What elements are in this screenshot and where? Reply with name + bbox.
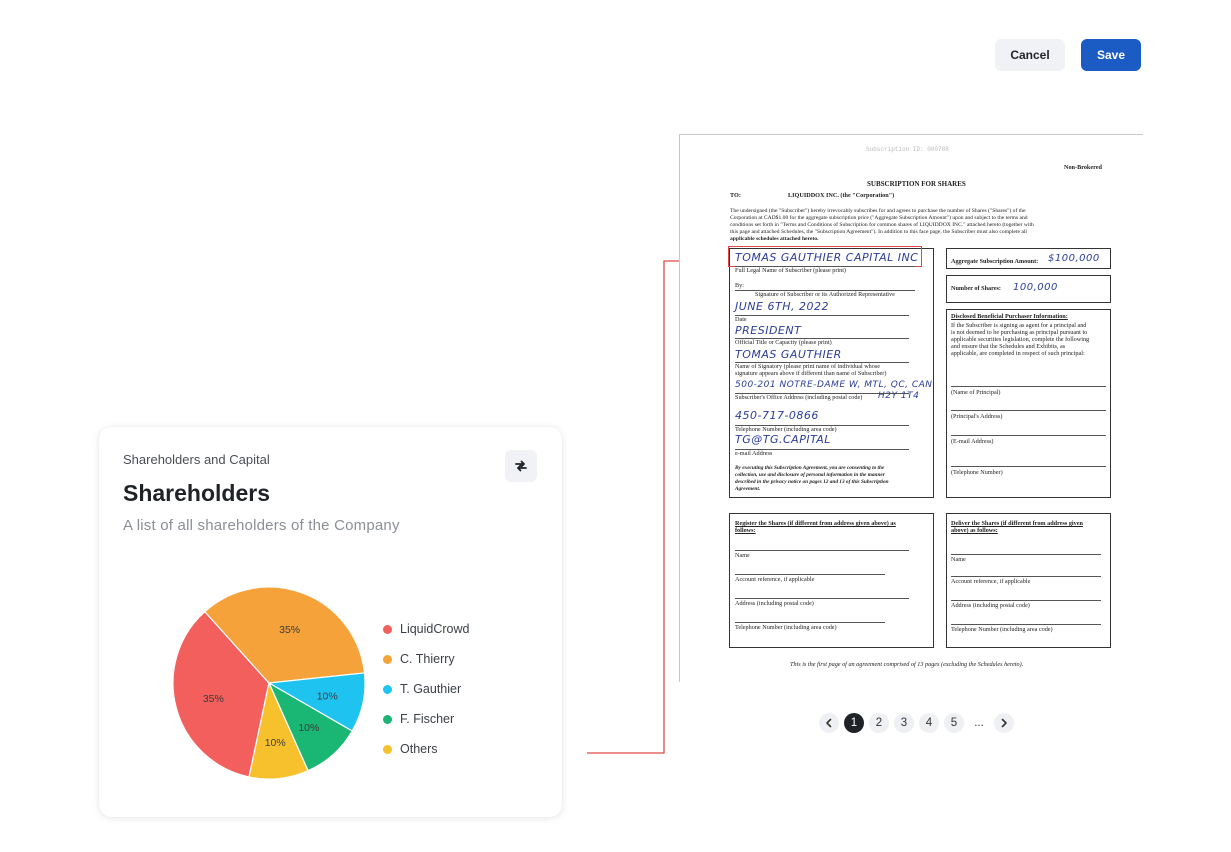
- legend-item: T. Gauthier: [383, 674, 469, 704]
- legend-label: Others: [400, 742, 438, 756]
- principal-address: (Principal's Address): [951, 413, 1003, 420]
- page-button-5[interactable]: 5: [944, 713, 964, 733]
- deliver-account: Account reference, if applicable: [951, 578, 1031, 585]
- address-handwriting: 500-201 NOTRE-DAME W, MTL, QC, CAN: [735, 380, 933, 390]
- phone-handwriting: 450-717-0866: [735, 409, 819, 422]
- amount-label: Aggregate Subscription Amount:: [951, 258, 1039, 265]
- register-name: Name: [735, 552, 750, 559]
- title-label: Official Title or Capacity (please print…: [735, 339, 832, 346]
- legend-item: LiquidCrowd: [383, 614, 469, 644]
- register-address: Address (including postal code): [735, 600, 814, 607]
- save-button[interactable]: Save: [1081, 39, 1141, 71]
- legend-item: C. Thierry: [383, 644, 469, 674]
- postal-handwriting: H2Y 1T4: [878, 391, 920, 401]
- chevron-left-icon: [826, 718, 832, 728]
- document-page: Subscription ID: 000788 Non-Brokered SUB…: [679, 134, 1143, 682]
- card-subtitle: A list of all shareholders of the Compan…: [123, 517, 400, 534]
- email-handwriting: TG@TG.CAPITAL: [735, 433, 831, 446]
- principal-phone: (Telephone Number): [951, 469, 1003, 476]
- date-label: Date: [735, 316, 747, 323]
- page-button-2[interactable]: 2: [869, 713, 889, 733]
- deliver-title-2: above) as follows:: [951, 527, 998, 534]
- signatory-handwriting: TOMAS GAUTHIER: [735, 348, 842, 361]
- by-label: By:: [735, 282, 744, 289]
- title-handwriting: PRESIDENT: [735, 324, 802, 337]
- highlight-box: [728, 246, 922, 267]
- shares-handwriting: 100,000: [1013, 282, 1058, 293]
- shareholders-card: Shareholders and Capital Shareholders A …: [99, 427, 562, 817]
- legend-label: C. Thierry: [400, 652, 455, 666]
- doc-tag: Non-Brokered: [1064, 164, 1102, 171]
- doc-intro-5: applicable schedules attached hereto.: [730, 236, 819, 242]
- register-title-1: Register the Shares (if different from a…: [735, 520, 896, 527]
- card-eyebrow: Shareholders and Capital: [123, 452, 270, 467]
- full-name-label: Full Legal Name of Subscriber (please pr…: [735, 267, 846, 274]
- principal-email: (E-mail Address): [951, 438, 994, 445]
- signature-label: Signature of Subscriber or its Authorize…: [755, 291, 895, 298]
- legend-dot-icon: [383, 624, 392, 634]
- deliver-phone: Telephone Number (including area code): [951, 626, 1053, 633]
- legend-dot-icon: [383, 744, 392, 754]
- register-phone: Telephone Number (including area code): [735, 624, 837, 631]
- page-button-4[interactable]: 4: [919, 713, 939, 733]
- chart-legend: LiquidCrowd C. Thierry T. Gauthier F. Fisch…: [383, 614, 469, 764]
- legend-label: LiquidCrowd: [400, 622, 470, 636]
- pagination: 1 2 3 4 5 ...: [819, 713, 1014, 733]
- legend-item: Others: [383, 734, 469, 764]
- next-page-button[interactable]: [994, 713, 1014, 733]
- refresh-button[interactable]: [505, 450, 537, 482]
- page-button-3[interactable]: 3: [894, 713, 914, 733]
- amount-handwriting: $100,000: [1048, 253, 1100, 264]
- shares-label: Number of Shares:: [951, 285, 1001, 292]
- email-label: e-mail Address: [735, 450, 773, 457]
- legend-dot-icon: [383, 684, 392, 694]
- legend-dot-icon: [383, 714, 392, 724]
- pie-chart: 35% 35% 10% 10% 10%: [172, 586, 366, 780]
- cancel-button[interactable]: Cancel: [995, 39, 1065, 71]
- prev-page-button[interactable]: [819, 713, 839, 733]
- legend-label: F. Fischer: [400, 712, 455, 726]
- register-title-2: follows:: [735, 527, 756, 534]
- disclosed-5: applicable, are completed in respect of …: [951, 350, 1085, 357]
- page-button-1[interactable]: 1: [844, 713, 864, 733]
- legend-label: T. Gauthier: [400, 682, 462, 696]
- deliver-name: Name: [951, 556, 966, 563]
- pie-label: 10%: [265, 737, 286, 749]
- pie-label: 10%: [298, 722, 319, 734]
- doc-footer: This is the first page of an agreement c…: [790, 661, 1024, 668]
- legend-item: F. Fischer: [383, 704, 469, 734]
- doc-header-code: Subscription ID: 000788: [866, 146, 949, 153]
- pie-label: 35%: [279, 624, 300, 636]
- signatory-label-2: signature appears above if different tha…: [735, 370, 887, 377]
- date-handwriting: JUNE 6TH, 2022: [735, 300, 829, 313]
- register-account: Account reference, if applicable: [735, 576, 815, 583]
- doc-to-label: TO:: [730, 192, 741, 199]
- doc-to-value: LIQUIDDOX INC. (the "Corporation"): [788, 192, 895, 199]
- page-ellipsis: ...: [974, 717, 984, 729]
- card-title: Shareholders: [123, 480, 270, 506]
- doc-title: SUBSCRIPTION FOR SHARES: [867, 180, 966, 188]
- legend-dot-icon: [383, 654, 392, 664]
- principal-name: (Name of Principal): [951, 389, 1001, 396]
- chevron-right-icon: [1001, 718, 1007, 728]
- refresh-icon: [515, 460, 527, 472]
- pie-label: 35%: [203, 693, 224, 705]
- deliver-address: Address (including postal code): [951, 602, 1030, 609]
- disclosed-title: Disclosed Beneficial Purchaser Informati…: [951, 313, 1068, 320]
- consent-4: Agreement.: [735, 486, 761, 492]
- pie-label: 10%: [317, 690, 338, 702]
- address-label: Subscriber's Office Address (including p…: [735, 394, 863, 401]
